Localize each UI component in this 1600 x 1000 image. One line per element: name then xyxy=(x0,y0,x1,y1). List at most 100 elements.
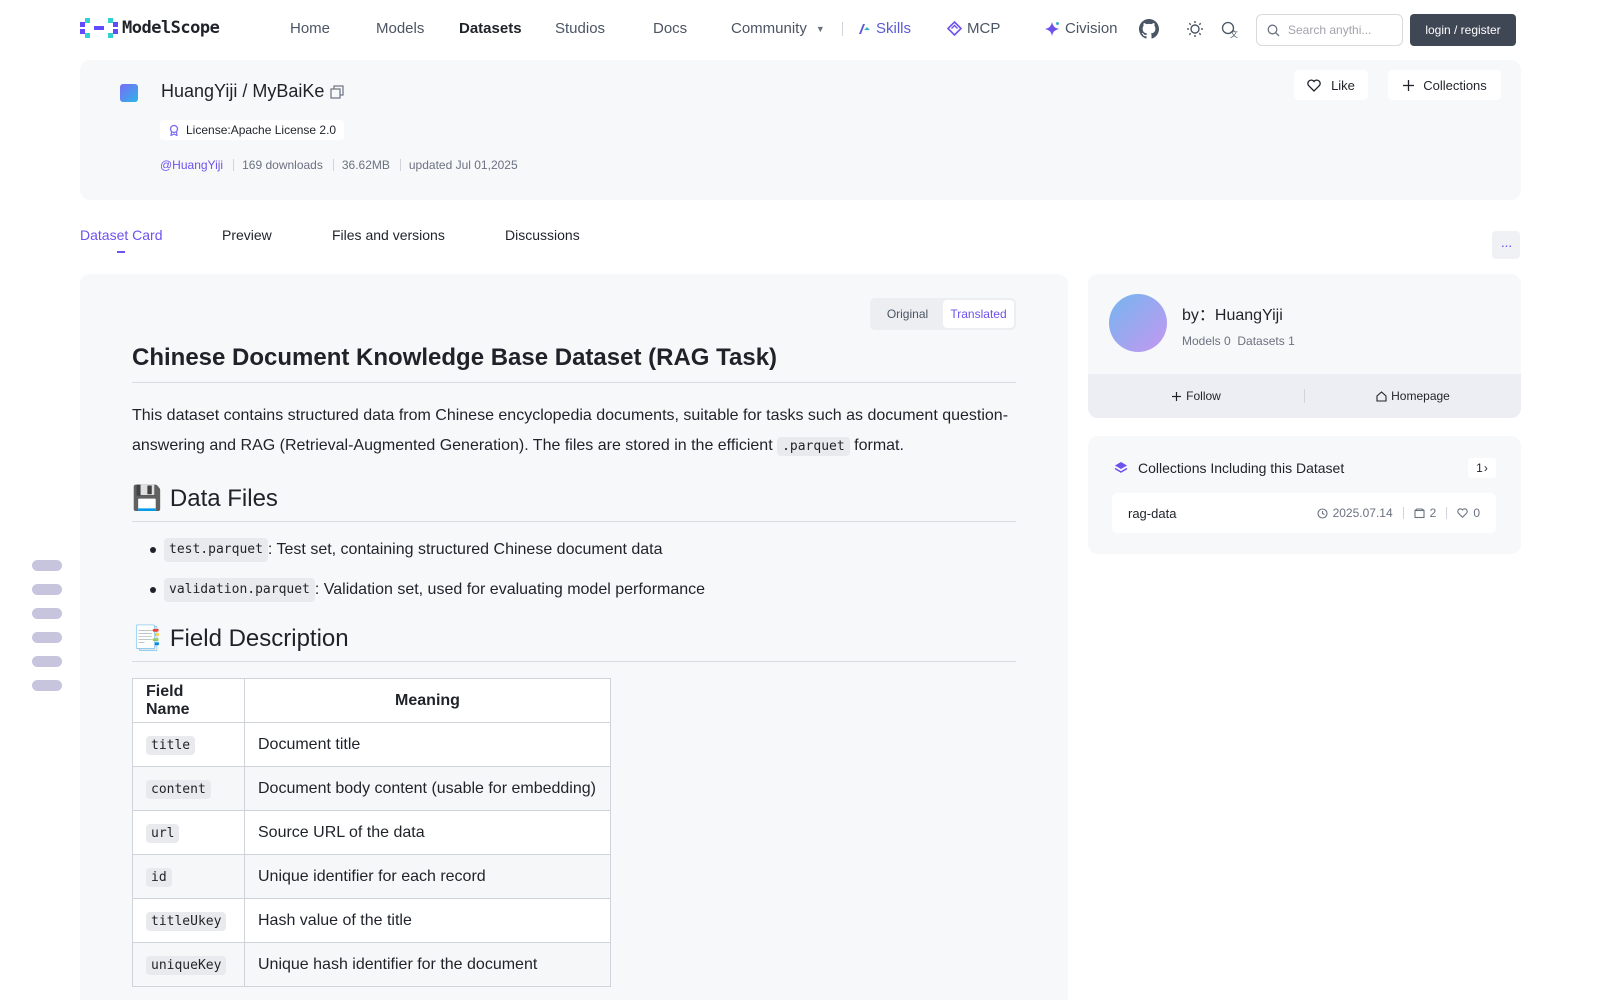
chevron-right-icon: › xyxy=(1483,461,1488,475)
collections-label: Collections xyxy=(1423,77,1487,93)
outline-marker[interactable] xyxy=(32,560,62,571)
field-name: titleUkey xyxy=(146,911,227,931)
table-row: id Unique identifier for each record xyxy=(132,854,611,899)
dataset-size: 36.62MB xyxy=(341,158,390,172)
file-description: : Validation set, used for evaluating mo… xyxy=(314,581,706,598)
stat-divider xyxy=(1402,507,1404,519)
datasets-number: 2 xyxy=(1429,506,1437,520)
follow-button[interactable]: Follow xyxy=(1088,389,1304,403)
inline-code: .parquet xyxy=(777,437,850,456)
outline-marker[interactable] xyxy=(32,584,62,595)
file-description: : Test set, containing structured Chines… xyxy=(267,541,663,558)
nav-mcp-label: MCP xyxy=(967,20,1001,37)
meaning-cell: Document title xyxy=(244,722,611,767)
author-counts: Models 0 Datasets 1 xyxy=(1182,334,1295,348)
license-badge[interactable]: License:Apache License 2.0 xyxy=(160,120,345,140)
collection-likes: 0 xyxy=(1457,506,1480,520)
stat-divider xyxy=(1446,507,1448,519)
logo-text: ModelScope xyxy=(122,18,220,38)
collection-name: rag-data xyxy=(1128,505,1177,521)
nav-community[interactable]: Community ▼ xyxy=(731,20,825,37)
collections-header: Collections Including this Dataset xyxy=(1114,460,1344,476)
author-name[interactable]: by：HuangYiji xyxy=(1182,301,1283,325)
theme-toggle-icon[interactable] xyxy=(1184,18,1206,40)
nav-civision[interactable]: Civision xyxy=(1044,20,1118,37)
search-box[interactable] xyxy=(1256,14,1403,46)
copy-icon[interactable] xyxy=(330,84,345,99)
nav-docs[interactable]: Docs xyxy=(653,20,687,37)
mcp-icon xyxy=(947,21,962,36)
nav-skills-label: Skills xyxy=(876,20,912,37)
avatar[interactable] xyxy=(1109,294,1167,352)
collection-date: 2025.07.14 xyxy=(1317,506,1393,520)
original-toggle[interactable]: Original xyxy=(872,300,943,328)
nav-home[interactable]: Home xyxy=(290,20,330,37)
likes-number: 0 xyxy=(1473,506,1480,520)
collection-datasets: 2 xyxy=(1414,506,1437,520)
github-icon[interactable] xyxy=(1138,18,1160,40)
bullet xyxy=(150,587,156,593)
collections-button[interactable]: Collections xyxy=(1388,70,1501,100)
nav-models[interactable]: Models xyxy=(376,20,424,37)
outline-marker[interactable] xyxy=(32,656,62,667)
plus-icon xyxy=(1403,79,1415,91)
author-link[interactable]: @HuangYiji xyxy=(160,158,223,172)
download-count: 169 downloads xyxy=(242,158,323,172)
homepage-label: Homepage xyxy=(1391,389,1450,403)
meaning-cell: Unique identifier for each record xyxy=(244,854,611,899)
more-options-button[interactable]: ··· xyxy=(1492,231,1520,259)
bullet xyxy=(150,547,156,553)
tab-preview[interactable]: Preview xyxy=(222,227,272,243)
outline-marker[interactable] xyxy=(32,608,62,619)
homepage-button[interactable]: Homepage xyxy=(1305,389,1521,403)
search-icon xyxy=(1267,24,1280,36)
file-name: validation.parquet xyxy=(164,578,315,602)
list-item: validation.parquet : Validation set, use… xyxy=(150,578,1016,602)
fields-table: Field Name Meaning title Document title … xyxy=(132,678,611,987)
data-files-heading: 💾 Data Files xyxy=(132,484,1016,522)
floppy-disk-icon: 💾 xyxy=(132,485,162,512)
language-icon[interactable]: 文 xyxy=(1219,18,1241,40)
layers-icon xyxy=(1114,462,1128,473)
field-name: url xyxy=(146,823,180,843)
field-description-title: Field Description xyxy=(169,624,349,652)
search-input[interactable] xyxy=(1288,23,1398,37)
license-icon xyxy=(169,124,179,136)
dataset-box-icon xyxy=(1414,507,1425,518)
meta-divider xyxy=(233,159,235,171)
tab-dataset-card[interactable]: Dataset Card xyxy=(80,227,162,243)
nav-datasets[interactable]: Datasets xyxy=(459,20,522,37)
nav-skills[interactable]: Skills xyxy=(857,20,911,37)
modelscope-logo[interactable]: ModelScope xyxy=(80,18,220,38)
like-button[interactable]: Like xyxy=(1294,70,1368,100)
field-name: uniqueKey xyxy=(146,955,227,975)
tab-files-and-versions[interactable]: Files and versions xyxy=(332,227,445,243)
field-cell: titleUkey xyxy=(132,898,245,943)
dataset-header: HuangYiji / MyBaiKe License:Apache Licen… xyxy=(80,60,1521,200)
nav-studios[interactable]: Studios xyxy=(555,20,605,37)
table-row: titleUkey Hash value of the title xyxy=(132,898,611,943)
bookmark-tabs-icon: 📑 xyxy=(132,625,162,652)
table-header-row: Field Name Meaning xyxy=(132,678,611,723)
outline-mini-nav xyxy=(32,560,62,704)
field-description-heading: 📑 Field Description xyxy=(132,624,1016,662)
author-actions: Follow Homepage xyxy=(1088,374,1521,418)
outline-marker[interactable] xyxy=(32,680,62,691)
field-name: title xyxy=(146,735,196,755)
dataset-meta: @HuangYiji 169 downloads 36.62MB updated… xyxy=(160,158,518,172)
nav-mcp[interactable]: MCP xyxy=(947,20,1000,37)
author-card: by：HuangYiji Models 0 Datasets 1 Follow … xyxy=(1088,274,1521,418)
models-count[interactable]: Models 0 xyxy=(1182,334,1231,348)
collections-card: Collections Including this Dataset 1 › r… xyxy=(1088,436,1521,554)
login-register-button[interactable]: login / register xyxy=(1410,14,1516,46)
collection-item[interactable]: rag-data 2025.07.14 2 0 xyxy=(1112,493,1496,533)
collections-count-button[interactable]: 1 › xyxy=(1468,458,1496,478)
logo-icon xyxy=(80,18,118,38)
datasets-count[interactable]: Datasets 1 xyxy=(1237,334,1294,348)
column-header: Field Name xyxy=(132,678,245,723)
tab-discussions[interactable]: Discussions xyxy=(505,227,580,243)
translated-toggle[interactable]: Translated xyxy=(943,300,1014,328)
markdown-body: Chinese Document Knowledge Base Dataset … xyxy=(132,344,1016,987)
card-heading: Chinese Document Knowledge Base Dataset … xyxy=(132,344,1016,383)
outline-marker[interactable] xyxy=(32,632,62,643)
